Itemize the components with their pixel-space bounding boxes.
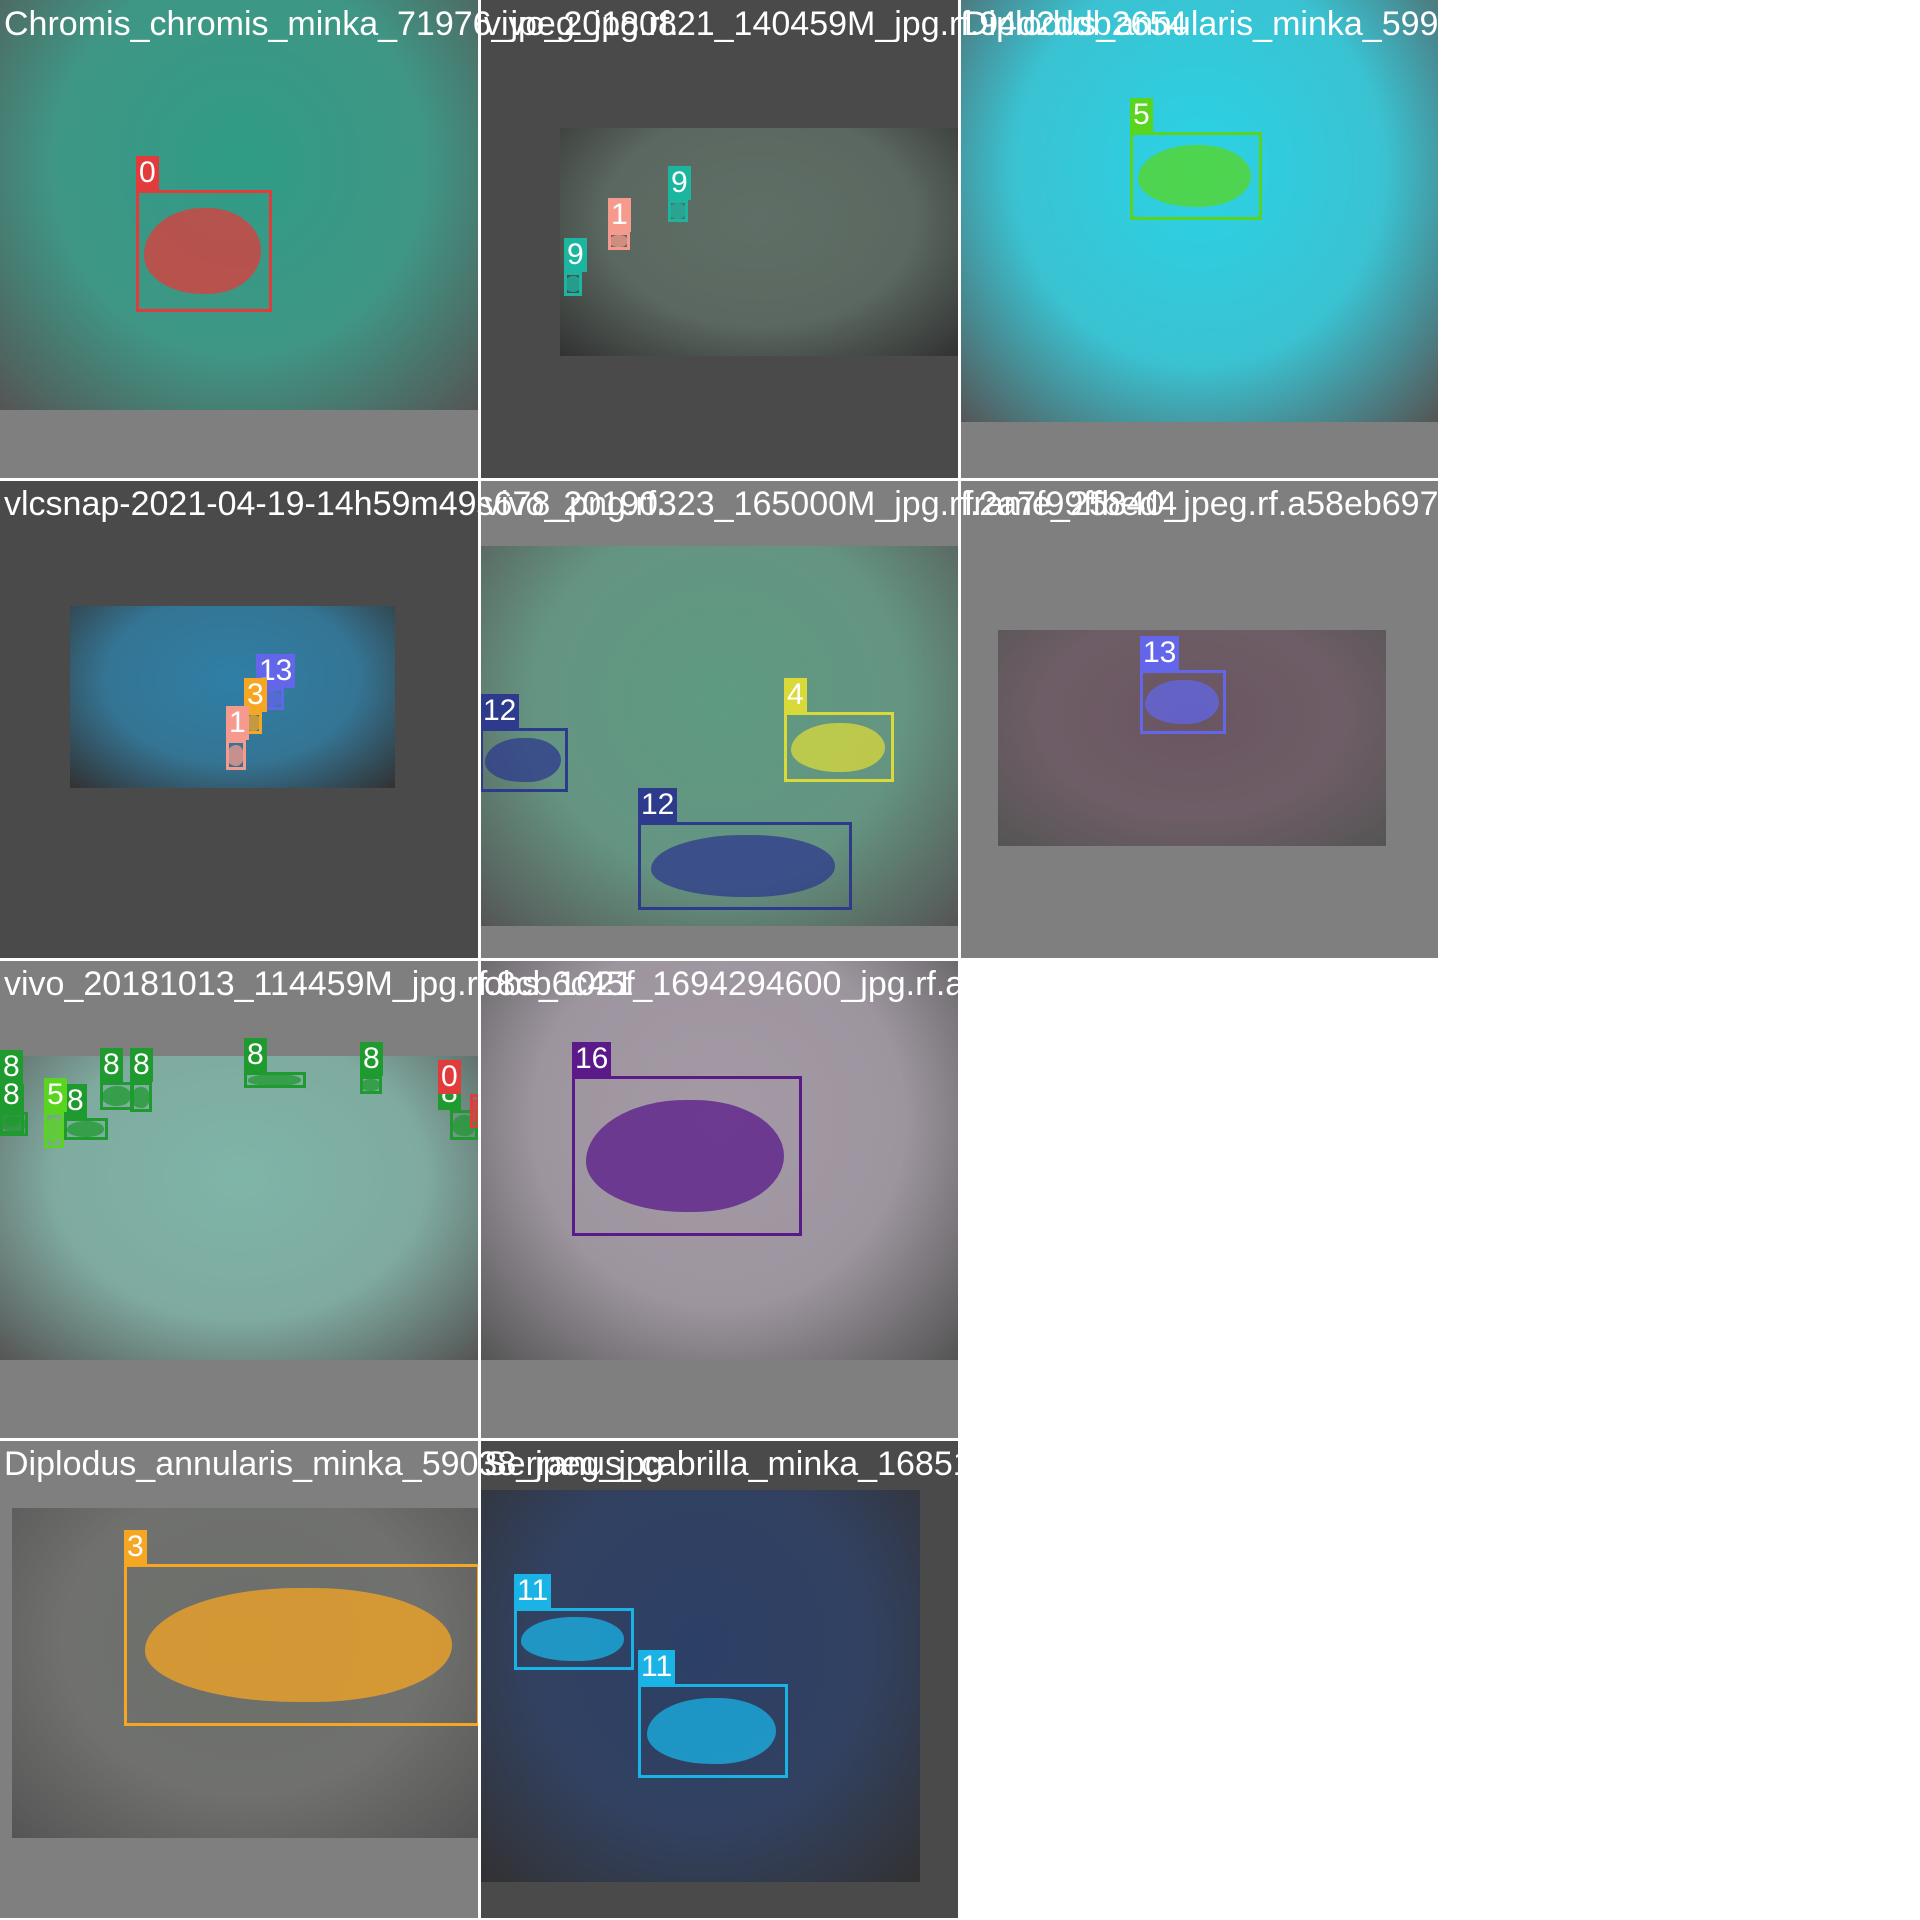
class-label: 11 [514, 1574, 552, 1608]
class-label: 12 [638, 788, 678, 822]
mosaic-tile: 4 12 12 [480, 480, 958, 958]
detection-box [572, 1076, 802, 1236]
class-label: 8 [244, 1038, 267, 1072]
detection-box [124, 1564, 478, 1726]
grid-divider [0, 478, 1440, 481]
class-label: 11 [638, 1650, 676, 1684]
detection-box [638, 822, 852, 910]
class-label: 16 [572, 1042, 612, 1076]
class-label: 8 [130, 1048, 153, 1082]
detection-box [0, 1112, 28, 1136]
detection-box [360, 1076, 382, 1094]
detection-box [470, 1094, 478, 1128]
tile-filename-caption: frame_25840_jpeg.rf.a58eb697a040a49266ef… [964, 485, 1713, 523]
class-label: 13 [1140, 636, 1180, 670]
mosaic-tile: 16 [480, 960, 958, 1438]
detection-box [226, 740, 246, 770]
class-label: 1 [608, 198, 631, 232]
underwater-photo [998, 630, 1386, 846]
detection-box [130, 1082, 152, 1112]
mosaic-grid: 019951331412121388888888501631111Chromis… [0, 0, 1920, 1920]
class-label: 4 [784, 678, 807, 712]
class-label: 9 [668, 166, 691, 200]
detection-box [100, 1082, 134, 1110]
mosaic-tile: 13 3 1 [0, 480, 478, 958]
class-label: 8 [360, 1042, 383, 1076]
mosaic-tile: 13 [960, 480, 1438, 958]
detection-box [1140, 670, 1226, 734]
tile-filename-caption: Diplodus_annularis_minka_59909_jpeg_jpg.… [964, 5, 1645, 43]
detection-box [514, 1608, 634, 1670]
detection-box [44, 1112, 64, 1148]
class-label: 5 [44, 1078, 67, 1112]
grid-divider [0, 958, 1440, 961]
detection-box [668, 200, 688, 222]
class-label: 8 [0, 1078, 23, 1112]
mosaic-tile: 5 [960, 0, 1438, 478]
mosaic-tile: 0 [0, 0, 478, 478]
detection-box [244, 1072, 306, 1088]
mosaic-tile: 8888888850 [0, 960, 478, 1438]
tile-filename-caption: Serranus_cabrilla_minka_168515_jpeg_jpg.… [484, 1445, 1197, 1483]
class-label: 8 [100, 1048, 123, 1082]
mosaic-tile: 11 11 [480, 1440, 958, 1918]
detection-box [136, 190, 272, 312]
detection-box [480, 728, 568, 792]
detection-box [638, 1684, 788, 1778]
class-label: 12 [480, 694, 520, 728]
class-label: 5 [1130, 98, 1153, 132]
detection-box [608, 232, 630, 250]
detection-box [564, 272, 582, 296]
detection-box [784, 712, 894, 782]
grid-divider [0, 1438, 1440, 1441]
mosaic-tile: 199 [480, 0, 958, 478]
class-label: 0 [438, 1060, 461, 1094]
tile-filename-caption: obs_1021_1694294600_jpg.rf.a0d2917118e6a [484, 965, 1189, 1003]
detection-box [1130, 132, 1262, 220]
class-label: 0 [136, 156, 159, 190]
class-label: 3 [124, 1530, 147, 1564]
mosaic-tile: 3 [0, 1440, 478, 1918]
class-label: 8 [64, 1084, 87, 1118]
class-label: 9 [564, 238, 587, 272]
detection-box [64, 1118, 108, 1140]
class-label: 1 [226, 706, 249, 740]
